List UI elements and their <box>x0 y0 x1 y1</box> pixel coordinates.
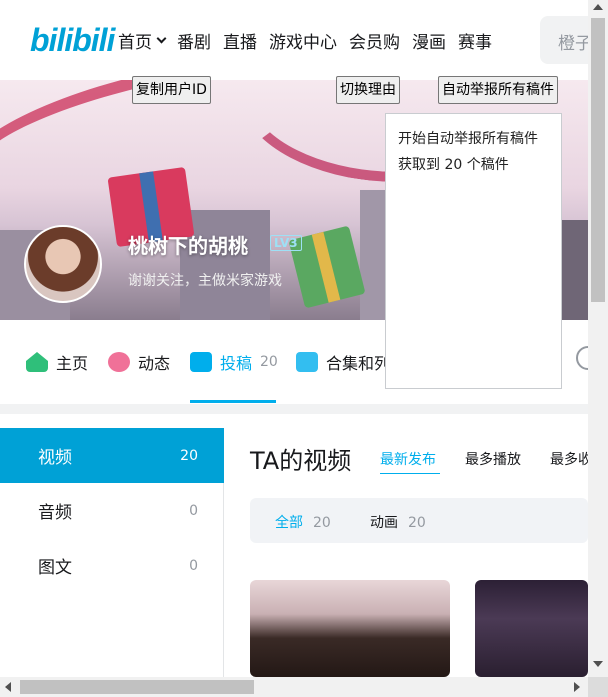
nav-member-shop[interactable]: 会员购 <box>349 28 400 53</box>
scroll-right-arrow-icon[interactable] <box>574 682 580 692</box>
video-thumbnail[interactable] <box>475 580 588 677</box>
tab-posts[interactable]: 投稿 20 <box>190 350 278 374</box>
level-badge: LV3 <box>270 235 302 251</box>
horizontal-scroll-thumb[interactable] <box>20 680 254 694</box>
switch-reason-button[interactable]: 切换理由 <box>336 76 400 104</box>
nav-game-center[interactable]: 游戏中心 <box>269 28 337 53</box>
home-icon <box>26 352 48 372</box>
sidebar-item-count: 0 <box>189 502 198 519</box>
nav-esports[interactable]: 赛事 <box>458 28 492 53</box>
vertical-scroll-thumb[interactable] <box>591 18 605 302</box>
sidebar-item-article[interactable]: 图文 0 <box>0 538 224 593</box>
building-decoration <box>180 210 270 320</box>
dynamic-icon <box>108 352 130 372</box>
nav-home[interactable]: 首页 <box>118 28 167 53</box>
tab-label: 主页 <box>56 354 89 373</box>
main-nav: 首页 番剧 直播 游戏中心 会员购 漫画 赛事 <box>118 28 504 53</box>
username[interactable]: 桃树下的胡桃 <box>128 230 248 259</box>
filter-label: 全部 <box>275 515 303 531</box>
nav-anime[interactable]: 番剧 <box>177 28 211 53</box>
tab-home[interactable]: 主页 <box>26 350 88 374</box>
sidebar-item-video[interactable]: 视频 20 <box>0 428 224 483</box>
tab-label: 投稿 <box>220 354 253 373</box>
active-sort-indicator <box>380 473 440 474</box>
sort-most-played[interactable]: 最多播放 <box>465 449 521 469</box>
scroll-up-arrow-icon[interactable] <box>593 4 603 10</box>
log-line: 获取到 20 个稿件 <box>398 157 509 173</box>
collection-icon <box>296 352 318 372</box>
report-log-panel: 开始自动举报所有稿件 获取到 20 个稿件 <box>385 113 562 389</box>
sort-most-favorited[interactable]: 最多收藏 <box>550 449 588 469</box>
video-thumbnail[interactable] <box>250 580 450 677</box>
filter-label: 动画 <box>370 515 398 531</box>
avatar[interactable] <box>24 225 102 303</box>
tab-dynamic[interactable]: 动态 <box>108 350 170 374</box>
nav-home-label: 首页 <box>118 33 152 53</box>
filter-all[interactable]: 全部 20 <box>275 512 331 532</box>
scroll-down-arrow-icon[interactable] <box>593 661 603 667</box>
filter-count: 20 <box>313 515 331 531</box>
sidebar-item-count: 20 <box>180 447 198 464</box>
tv-icon <box>190 352 212 372</box>
filter-animation[interactable]: 动画 20 <box>370 512 426 532</box>
user-signature: 谢谢关注，主做米家游戏 <box>128 273 282 289</box>
active-tab-indicator <box>190 400 276 403</box>
sort-latest[interactable]: 最新发布 <box>380 449 436 469</box>
scroll-left-arrow-icon[interactable] <box>5 682 11 692</box>
auto-report-all-button[interactable]: 自动举报所有稿件 <box>438 76 558 104</box>
nav-live[interactable]: 直播 <box>223 28 257 53</box>
sidebar-item-audio[interactable]: 音频 0 <box>0 483 224 538</box>
tab-label: 动态 <box>138 354 171 373</box>
bilibili-logo[interactable]: bilibili <box>30 22 115 59</box>
sidebar-item-label: 图文 <box>38 558 72 578</box>
filter-count: 20 <box>408 515 426 531</box>
top-navigation: bilibili 首页 番剧 直播 游戏中心 会员购 漫画 赛事 橙子 <box>0 0 588 80</box>
posts-count: 20 <box>260 354 278 370</box>
videos-title: TA的视频 <box>250 447 352 475</box>
sidebar-item-label: 视频 <box>38 448 72 468</box>
copy-user-id-button[interactable]: 复制用户ID <box>132 76 211 104</box>
content-type-sidebar: 视频 20 音频 0 图文 0 <box>0 428 224 678</box>
search-input[interactable]: 橙子 <box>540 16 588 64</box>
sidebar-item-count: 0 <box>189 557 198 574</box>
scrollbar-corner <box>588 677 608 697</box>
log-line: 开始自动举报所有稿件 <box>398 131 538 147</box>
sidebar-item-label: 音频 <box>38 503 72 523</box>
nav-manga[interactable]: 漫画 <box>412 28 446 53</box>
chevron-down-icon <box>156 33 167 44</box>
